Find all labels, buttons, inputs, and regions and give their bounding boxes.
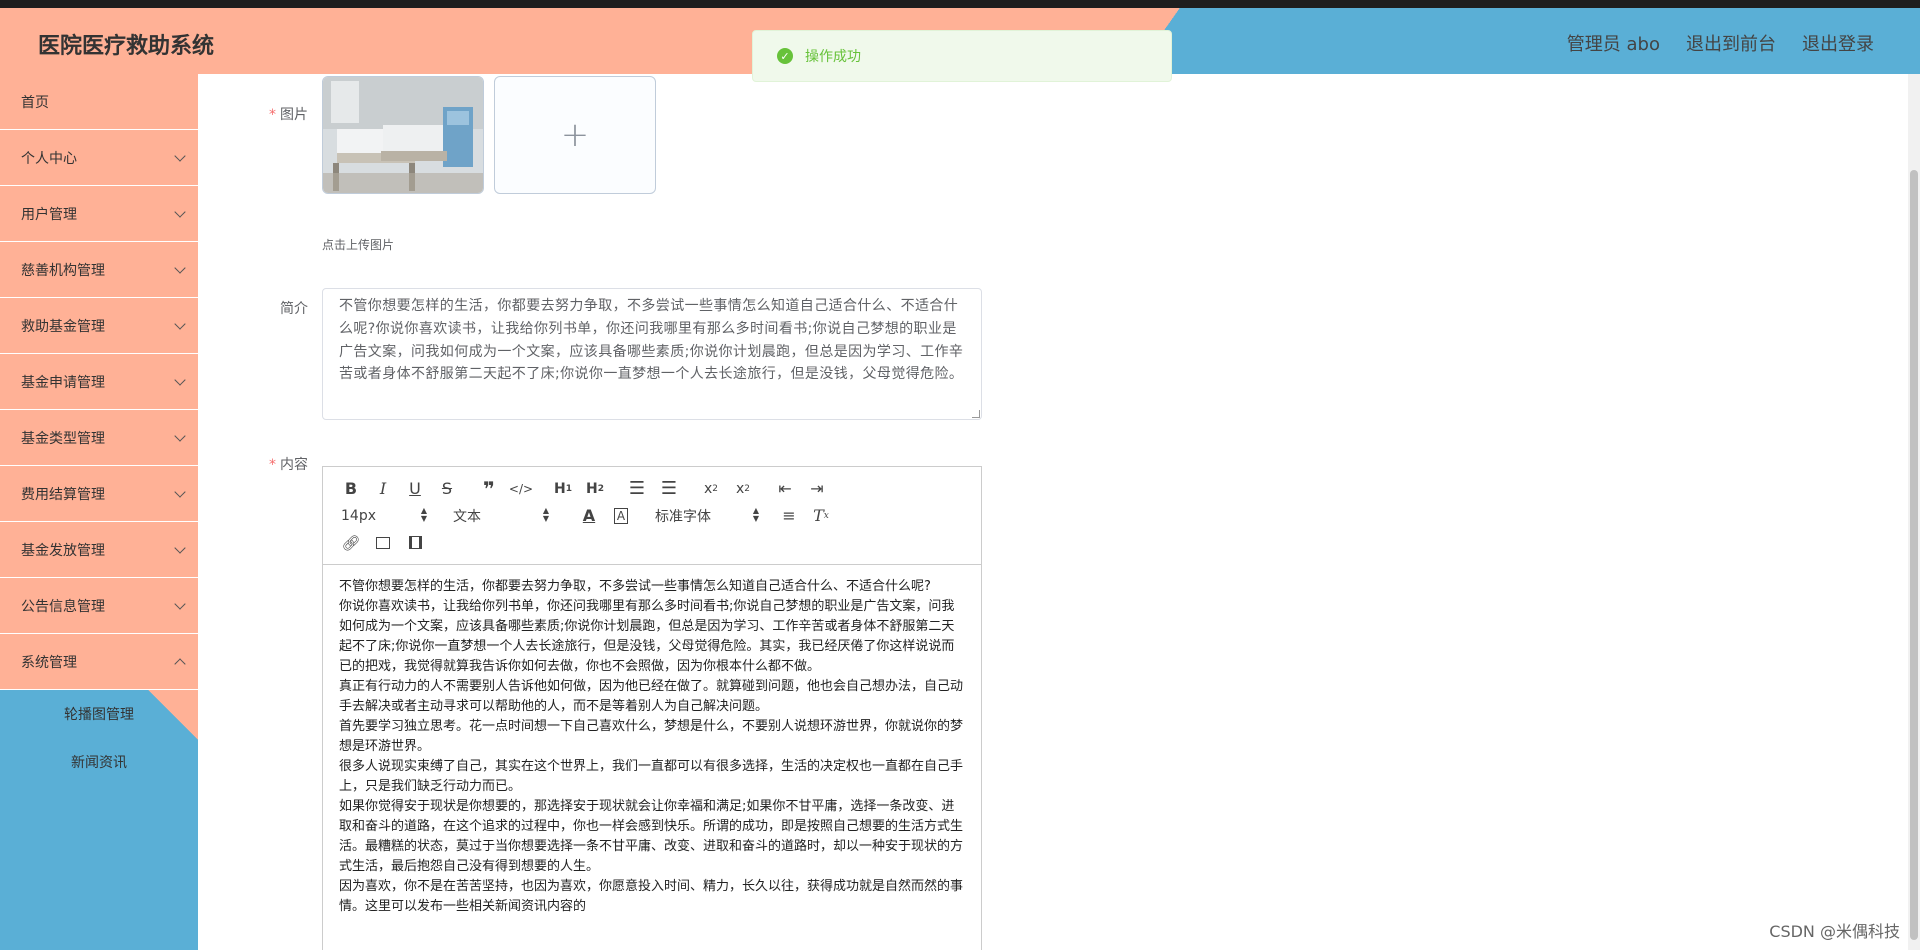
select-arrows-icon: ▲ ▼ xyxy=(752,505,759,523)
check-circle-icon: ✓ xyxy=(777,48,793,64)
sidebar-item-fund-distribution[interactable]: 基金发放管理 xyxy=(0,522,198,578)
sidebar-item-label: 基金发放管理 xyxy=(21,542,105,559)
admin-user-label: 管理员 abo xyxy=(1566,34,1660,55)
subscript-icon[interactable]: x2 xyxy=(695,477,727,501)
sidebar: 首页 个人中心 用户管理 慈善机构管理 救助基金管理 基金申请管理 基金类型管理… xyxy=(0,74,198,950)
sidebar-item-label: 救助基金管理 xyxy=(21,318,105,335)
app-title: 医院医疗救助系统 xyxy=(38,34,215,59)
background-color-icon[interactable]: A xyxy=(605,504,637,528)
logout-link[interactable]: 退出登录 xyxy=(1802,30,1874,56)
chevron-down-icon xyxy=(174,318,186,330)
chevron-down-icon xyxy=(174,542,186,554)
toast-message: 操作成功 xyxy=(805,49,861,65)
font-color-icon[interactable]: A xyxy=(573,504,605,528)
editor-content[interactable]: 不管你想要怎样的生活，你都要去努力争取，不多尝试一些事情怎么知道自己适合什么、不… xyxy=(323,565,981,917)
editor-paragraph: 首先要学习独立思考。花一点时间想一下自己喜欢什么，梦想是什么，不要别人说想环游世… xyxy=(339,719,964,754)
upload-tip: 点击上传图片 xyxy=(322,238,395,252)
underline-icon[interactable]: U xyxy=(399,477,431,501)
link-icon[interactable]: 🔗︎ xyxy=(335,531,367,555)
font-family-select[interactable]: 标准字体 ▲ ▼ xyxy=(655,504,759,528)
select-arrows-icon: ▲ ▼ xyxy=(542,505,549,523)
clear-format-icon[interactable]: Tx xyxy=(805,504,837,528)
sidebar-item-users[interactable]: 用户管理 xyxy=(0,186,198,242)
ordered-list-icon[interactable]: ☰ xyxy=(621,477,653,501)
page-scrollbar-thumb[interactable] xyxy=(1910,170,1918,940)
content-label: * 内容 xyxy=(269,457,308,473)
chevron-down-icon xyxy=(174,430,186,442)
header-style-select[interactable]: 文本 ▲ ▼ xyxy=(453,504,549,528)
chevron-down-icon xyxy=(174,150,186,162)
outdent-icon[interactable]: ⇤ xyxy=(769,477,801,501)
hospital-room-image xyxy=(323,77,483,193)
chevron-down-icon xyxy=(174,486,186,498)
exit-to-front-link[interactable]: 退出到前台 xyxy=(1686,30,1776,56)
italic-icon[interactable]: I xyxy=(367,477,399,501)
font-size-select[interactable]: 14px ▲ ▼ xyxy=(335,504,427,528)
sidebar-item-label: 用户管理 xyxy=(21,206,77,223)
resize-handle[interactable] xyxy=(972,410,980,418)
editor-paragraph: 如果你觉得安于现状是你想要的，那选择安于现状就会让你幸福和满足;如果你不甘平庸，… xyxy=(339,799,964,874)
intro-textarea[interactable]: 不管你想要怎样的生活，你都要去努力争取，不多尝试一些事情怎么知道自己适合什么、不… xyxy=(322,288,982,420)
sidebar-item-charity[interactable]: 慈善机构管理 xyxy=(0,242,198,298)
align-icon[interactable]: ≡ xyxy=(773,504,805,528)
sidebar-item-home[interactable]: 首页 xyxy=(0,74,198,130)
intro-label: 简介 xyxy=(280,301,308,317)
sidebar-item-relief-fund[interactable]: 救助基金管理 xyxy=(0,298,198,354)
sidebar-item-fund-type[interactable]: 基金类型管理 xyxy=(0,410,198,466)
video-icon[interactable] xyxy=(399,531,431,555)
blockquote-icon[interactable]: ❞ xyxy=(473,477,505,501)
sidebar-item-label: 系统管理 xyxy=(21,654,77,671)
sidebar-item-label: 基金类型管理 xyxy=(21,430,105,447)
code-block-icon[interactable]: </> xyxy=(505,477,537,501)
heading-1-icon[interactable]: H1 xyxy=(547,477,579,501)
plus-icon: + xyxy=(560,115,590,155)
editor-paragraph: 很多人说现实束缚了自己，其实在这个世界上，我们一直都可以有很多选择，生活的决定权… xyxy=(339,759,964,794)
window-top-strip xyxy=(0,0,1920,8)
sidebar-item-label: 个人中心 xyxy=(21,150,77,167)
editor-paragraph: 因为喜欢，你不是在苦苦坚持，也因为喜欢，你愿意投入时间、精力，长久以往，获得成功… xyxy=(339,879,964,914)
header-actions: 管理员 abo 退出到前台 退出登录 xyxy=(1567,30,1874,56)
indent-icon[interactable]: ⇥ xyxy=(801,477,833,501)
chevron-down-icon xyxy=(174,206,186,218)
chevron-down-icon xyxy=(174,598,186,610)
editor-paragraph: 你说你喜欢读书，让我给你列书单，你还问我哪里有那么多时间看书;你说自己梦想的职业… xyxy=(339,599,955,674)
sidebar-item-system[interactable]: 系统管理 xyxy=(0,634,198,690)
sidebar-item-personal-center[interactable]: 个人中心 xyxy=(0,130,198,186)
main-content: * 图片 + 点击上传图片 简介 不管你想要怎样的生活，你都要去努力争取，不多尝试… xyxy=(198,74,1908,950)
picture-label: * 图片 xyxy=(269,107,308,123)
heading-2-icon[interactable]: H2 xyxy=(579,477,611,501)
sidebar-subitem-carousel[interactable]: 轮播图管理 xyxy=(0,690,198,738)
sidebar-item-label: 基金申请管理 xyxy=(21,374,105,391)
sidebar-item-label: 费用结算管理 xyxy=(21,486,105,503)
strikethrough-icon[interactable]: S xyxy=(431,477,463,501)
editor-paragraph: 不管你想要怎样的生活，你都要去努力争取，不多尝试一些事情怎么知道自己适合什么、不… xyxy=(339,579,931,594)
success-toast: ✓ 操作成功 xyxy=(752,30,1172,82)
sidebar-subitem-news[interactable]: 新闻资讯 xyxy=(0,738,198,786)
editor-toolbar: B I U S ❞ </> H1 H2 ☰ ☰ x2 x2 ⇤ ⇥ 14px ▲… xyxy=(323,467,981,565)
sidebar-item-fund-application[interactable]: 基金申请管理 xyxy=(0,354,198,410)
superscript-icon[interactable]: x2 xyxy=(727,477,759,501)
sidebar-item-announcements[interactable]: 公告信息管理 xyxy=(0,578,198,634)
editor-paragraph: 真正有行动力的人不需要别人告诉他如何做，因为他已经在做了。就算碰到问题，他也会自… xyxy=(339,679,964,714)
select-arrows-icon: ▲ ▼ xyxy=(420,505,427,523)
sidebar-item-label: 首页 xyxy=(21,94,49,111)
upload-image-button[interactable]: + xyxy=(494,76,656,194)
watermark: CSDN @米偶科技 xyxy=(1769,922,1900,941)
sidebar-item-settlement[interactable]: 费用结算管理 xyxy=(0,466,198,522)
bold-icon[interactable]: B xyxy=(335,477,367,501)
sidebar-item-label: 公告信息管理 xyxy=(21,598,105,615)
bullet-list-icon[interactable]: ☰ xyxy=(653,477,685,501)
chevron-up-icon xyxy=(174,658,186,670)
uploaded-image-thumbnail[interactable] xyxy=(322,76,484,194)
chevron-down-icon xyxy=(174,262,186,274)
image-icon[interactable] xyxy=(367,531,399,555)
rich-text-editor: B I U S ❞ </> H1 H2 ☰ ☰ x2 x2 ⇤ ⇥ 14px ▲… xyxy=(322,466,982,950)
sidebar-item-label: 慈善机构管理 xyxy=(21,262,105,279)
chevron-down-icon xyxy=(174,374,186,386)
